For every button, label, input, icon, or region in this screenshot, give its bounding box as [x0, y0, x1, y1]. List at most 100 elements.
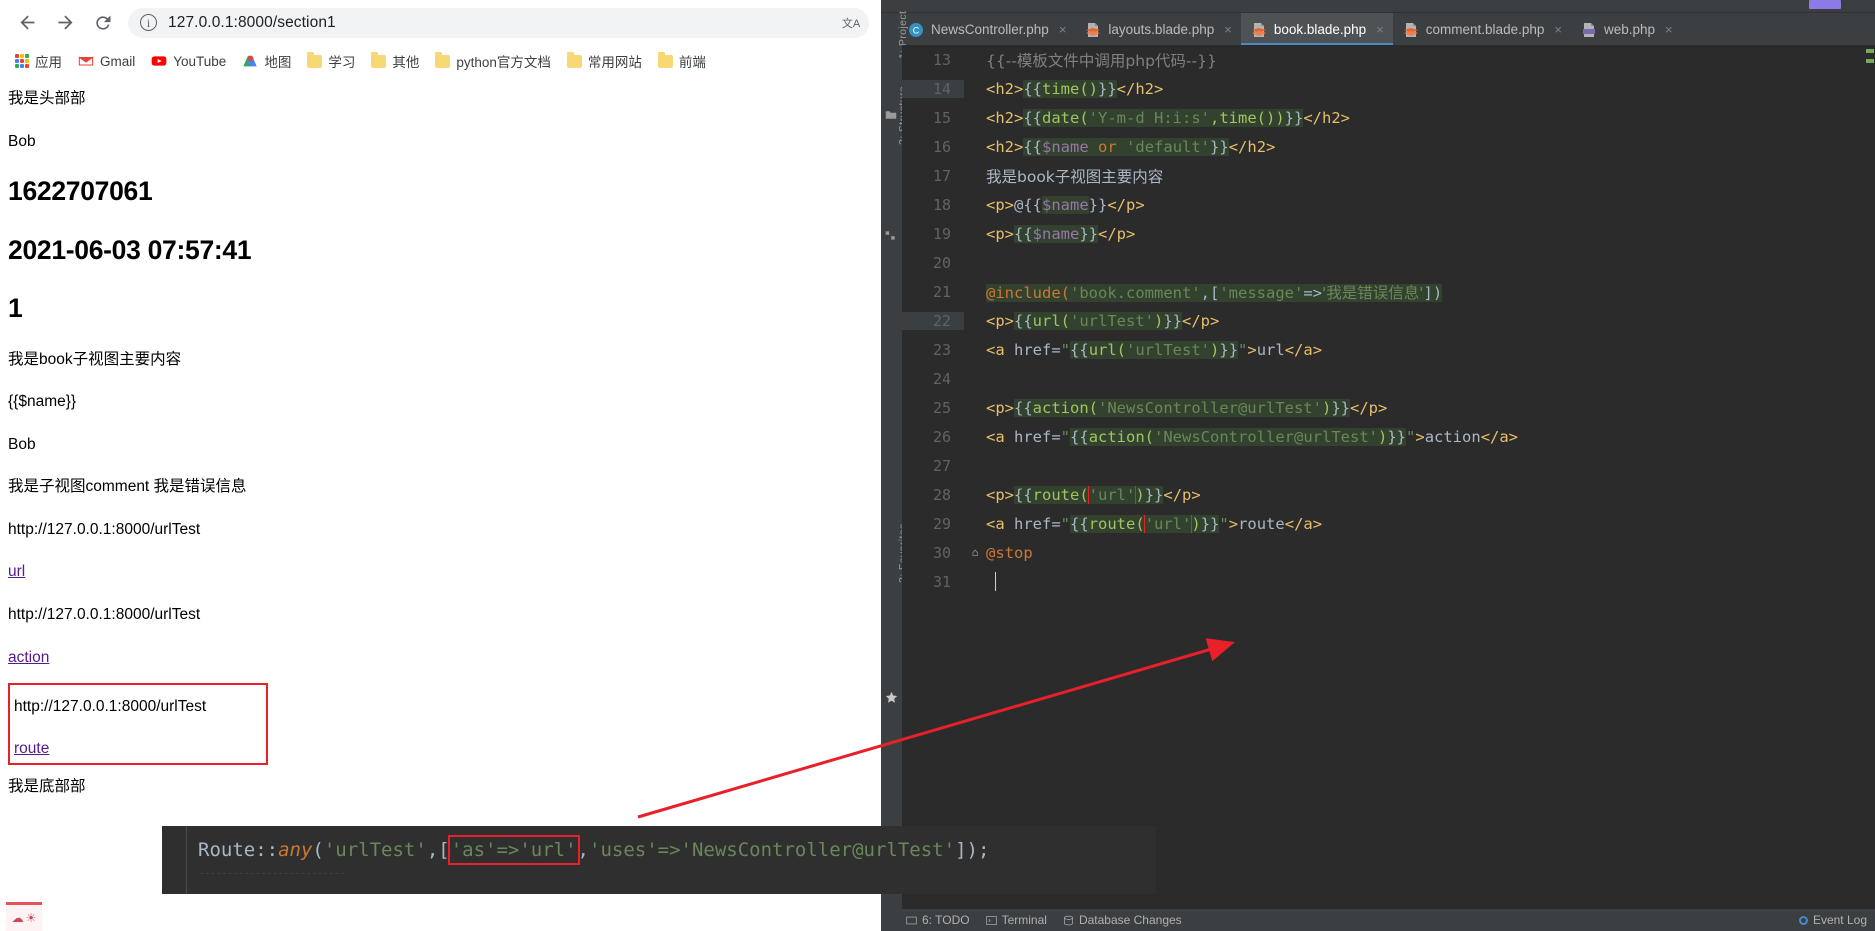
bookmark-folder-frontend[interactable]: 前端 — [651, 48, 713, 74]
bookmark-folder-other[interactable]: 其他 — [364, 48, 426, 74]
code-line[interactable]: 13 {{--模板文件中调用php代码--}} — [902, 45, 1875, 74]
editor-tab-web-php[interactable]: web.php × — [1570, 13, 1682, 46]
chip-glyph-left: ☁ — [11, 911, 24, 925]
route-link[interactable]: route — [14, 740, 49, 757]
code-line-text: <h2>{{$name or 'default'}}</h2> — [986, 137, 1875, 156]
php-run-config-badge[interactable] — [1809, 0, 1841, 9]
bookmark-apps[interactable]: 应用 — [8, 48, 69, 74]
close-icon[interactable]: × — [1665, 22, 1673, 37]
line-number: 23 — [932, 340, 951, 359]
star-icon[interactable] — [885, 691, 898, 703]
address-bar[interactable]: i 127.0.0.1:8000/section1 文A — [128, 7, 869, 38]
code-line[interactable]: 26 <a href="{{action('NewsController@urlT… — [902, 422, 1875, 451]
site-info-icon[interactable]: i — [140, 14, 157, 31]
rendered-page: 我是头部部 Bob 1622707061 2021-06-03 07:57:41… — [0, 77, 881, 931]
code-line[interactable]: 17 我是book子视图主要内容 — [902, 161, 1875, 190]
bookmark-label: YouTube — [173, 53, 227, 69]
code-token: </p> — [1182, 311, 1220, 330]
bookmark-folder-common-sites[interactable]: 常用网站 — [560, 48, 649, 74]
code-token: }} — [1210, 137, 1229, 156]
bookmark-maps[interactable]: 地图 — [235, 48, 298, 74]
code-token: href= — [1004, 514, 1061, 533]
bookmark-youtube[interactable]: YouTube — [144, 50, 233, 72]
reload-icon[interactable] — [84, 4, 122, 42]
code-line-text: <a href="{{action('NewsController@urlTes… — [986, 427, 1875, 446]
code-line-text: <p>{{url('urlTest')}}</p> — [986, 311, 1875, 330]
close-icon[interactable]: × — [1554, 22, 1562, 37]
code-line-text: {{--模板文件中调用php代码--}} — [986, 49, 1875, 71]
code-line[interactable]: 24 — [902, 364, 1875, 393]
fold-marker[interactable]: ⌂ — [964, 546, 986, 559]
close-icon[interactable]: × — [1376, 22, 1384, 37]
bookmark-folder-study[interactable]: 学习 — [300, 48, 362, 74]
taskbar-app-chip[interactable]: ☁ ☀ — [6, 902, 42, 931]
editor-tab-NewsController-php[interactable]: C NewsController.php × — [898, 13, 1076, 46]
line-number: 21 — [932, 282, 951, 301]
line-number: 16 — [932, 137, 951, 156]
line-number: 31 — [932, 572, 951, 591]
code-token: href= — [1004, 340, 1061, 359]
code-line[interactable]: 31 — [902, 567, 1875, 596]
code-line[interactable]: 30 ⌂ @stop — [902, 538, 1875, 567]
code-token — [1088, 137, 1099, 156]
code-token: @stop — [986, 543, 1033, 562]
code-line-text — [986, 254, 1875, 272]
code-line[interactable]: 22 <p>{{url('urlTest')}}</p> — [902, 306, 1875, 335]
status-todo[interactable]: 6: TODO — [906, 913, 970, 927]
forward-icon[interactable] — [46, 4, 84, 42]
address-bar-url: 127.0.0.1:8000/section1 — [168, 13, 336, 31]
line-number: 28 — [932, 485, 951, 504]
code-token: }} — [1079, 224, 1099, 243]
structure-icon[interactable] — [885, 230, 897, 242]
close-icon[interactable]: × — [1059, 22, 1067, 37]
code-line[interactable]: 20 — [902, 248, 1875, 277]
code-line[interactable]: 28 <p>{{route('url')}}</p> — [902, 480, 1875, 509]
close-icon[interactable]: × — [1224, 22, 1232, 37]
code-token: route — [1238, 514, 1285, 533]
back-icon[interactable] — [8, 4, 46, 42]
code-line[interactable]: 14 <h2>{{time()}}</h2> — [902, 74, 1875, 103]
page-raw-blade-text: {{$name}} — [8, 393, 77, 410]
code-token: url( — [1032, 311, 1070, 330]
code-token: </a> — [1284, 340, 1323, 359]
event-log-icon — [1798, 915, 1808, 925]
code-token: <p> — [986, 224, 1014, 243]
editor-tab-book-blade-php[interactable]: book.blade.php × — [1240, 13, 1393, 46]
code-line[interactable]: 25 <p>{{action('NewsController@urlTest')}… — [902, 393, 1875, 422]
bookmark-gmail[interactable]: Gmail — [71, 50, 142, 72]
url-link[interactable]: url — [8, 563, 25, 580]
code-line[interactable]: 15 <h2>{{date('Y-m-d H:i:s',time())}}</h2… — [902, 103, 1875, 132]
code-line[interactable]: 19 <p>{{$name}}</p> — [902, 219, 1875, 248]
line-number: 30 — [932, 543, 951, 562]
code-line[interactable]: 18 <p>@{{$name}}</p> — [902, 190, 1875, 219]
code-token: " — [1060, 514, 1071, 533]
action-link[interactable]: action — [8, 649, 49, 666]
editor-tab-comment-blade-php[interactable]: comment.blade.php × — [1392, 13, 1571, 46]
code-token: or — [1098, 137, 1117, 156]
code-token: 'message' — [1219, 283, 1304, 302]
status-event-log[interactable]: Event Log — [1798, 913, 1867, 927]
page-action-link-row: action — [8, 636, 873, 679]
code-line[interactable]: 16 <h2>{{$name or 'default'}}</h2> — [902, 132, 1875, 161]
translate-icon[interactable]: 文A — [841, 13, 861, 33]
code-token: ) — [1191, 514, 1201, 533]
code-line-text: <p>{{action('NewsController@urlTest')}}<… — [986, 398, 1875, 417]
bookmark-label: 前端 — [678, 55, 706, 70]
code-editor[interactable]: 13 {{--模板文件中调用php代码--}} 14 <h2>{{time()}}</… — [902, 45, 1875, 909]
status-db-changes[interactable]: Database Changes — [1063, 913, 1182, 927]
status-terminal[interactable]: Terminal — [985, 913, 1047, 927]
code-token: " — [1406, 427, 1416, 446]
ide-status-bar: 6: TODO Terminal Database Changes Event … — [881, 909, 1875, 931]
code-token: {{ — [1070, 340, 1089, 359]
browser-navigation-bar: i 127.0.0.1:8000/section1 文A — [0, 0, 881, 45]
bookmark-folder-python-docs[interactable]: python官方文档 — [428, 48, 558, 74]
code-token: </a> — [1480, 427, 1519, 446]
code-line[interactable]: 21 @include('book.comment',['message'=>'我… — [902, 277, 1875, 306]
folder-icon[interactable] — [885, 109, 897, 121]
code-line[interactable]: 23 <a href="{{url('urlTest')}}">url</a> — [902, 335, 1875, 364]
code-token: 'urlTest' — [1070, 311, 1154, 330]
code-token: <a — [986, 427, 1005, 446]
code-line[interactable]: 29 <a href="{{route('url')}}">route</a> — [902, 509, 1875, 538]
editor-tab-layouts-blade-php[interactable]: layouts.blade.php × — [1075, 13, 1241, 46]
code-line[interactable]: 27 — [902, 451, 1875, 480]
